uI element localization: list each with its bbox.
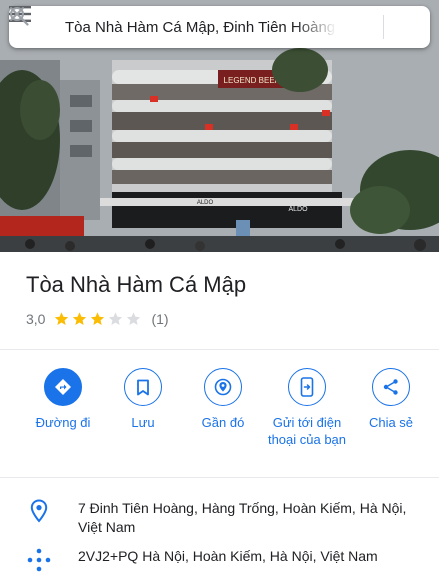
send-to-phone-icon: [300, 377, 314, 397]
bookmark-icon: [137, 379, 149, 395]
send-to-phone-button[interactable]: Gửi tới điện thoại của bạn: [263, 368, 351, 448]
rating-stars: [53, 311, 143, 327]
section-divider: [0, 477, 439, 478]
close-search-button[interactable]: [10, 6, 430, 48]
plus-code-icon: [27, 548, 51, 572]
star-empty-icon: [109, 312, 123, 325]
searchbar-divider: [383, 15, 384, 39]
place-photo[interactable]: LEGEND BEER ALDO ALDO Tòa Nhà Hàm Cá Mập…: [0, 0, 439, 252]
send-to-phone-label: Gửi tới điện thoại của bạn: [267, 415, 347, 447]
location-pin-icon: [30, 499, 48, 523]
share-label: Chia sẻ: [368, 415, 414, 430]
save-button[interactable]: Lưu: [103, 368, 183, 448]
share-button[interactable]: Chia sẻ: [351, 368, 431, 448]
star-filled-icon: [55, 312, 69, 325]
directions-icon: [55, 379, 71, 395]
share-icon: [383, 379, 398, 395]
place-title: Tòa Nhà Hàm Cá Mập: [26, 272, 247, 297]
review-count[interactable]: (1): [151, 311, 168, 327]
address-row[interactable]: 7 Đinh Tiên Hoàng, Hàng Trống, Hoàn Kiếm…: [0, 499, 439, 537]
store-brand-right: ALDO: [288, 206, 308, 213]
legend-beer-sign: LEGEND BEER: [224, 76, 281, 85]
plus-code-text: 2VJ2+PQ Hà Nội, Hoàn Kiếm, Hà Nội, Việt …: [78, 548, 378, 564]
directions-button[interactable]: Đường đi: [23, 368, 103, 448]
store-brand-left: ALDO: [197, 200, 214, 206]
search-button[interactable]: [10, 6, 377, 48]
save-label: Lưu: [131, 415, 155, 430]
address-text: 7 Đinh Tiên Hoàng, Hàng Trống, Hoàn Kiếm…: [78, 500, 407, 535]
nearby-label: Gần đó: [201, 415, 245, 430]
rating-score: 3,0: [26, 311, 46, 327]
search-input[interactable]: Tòa Nhà Hàm Cá Mập, Đinh Tiên Hoàng: [59, 19, 337, 36]
rating-row[interactable]: 3,0 (1): [26, 311, 169, 327]
directions-label: Đường đi: [35, 415, 91, 430]
star-filled-icon: [91, 312, 105, 325]
plus-code-row[interactable]: 2VJ2+PQ Hà Nội, Hoàn Kiếm, Hà Nội, Việt …: [0, 547, 439, 573]
nearby-icon: [214, 378, 232, 396]
nearby-button[interactable]: Gần đó: [183, 368, 263, 448]
star-empty-icon: [127, 312, 141, 325]
section-divider: [0, 349, 439, 350]
star-filled-icon: [73, 312, 87, 325]
action-buttons: Đường đi Lưu Gần đó Gửi tới điện thoại c…: [0, 368, 439, 448]
close-icon: [10, 7, 24, 21]
search-bar[interactable]: Tòa Nhà Hàm Cá Mập, Đinh Tiên Hoàng: [9, 6, 430, 48]
